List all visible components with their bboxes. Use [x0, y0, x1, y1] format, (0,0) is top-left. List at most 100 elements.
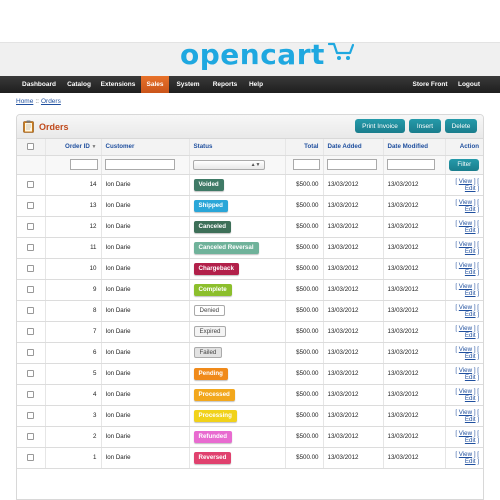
select-all-checkbox[interactable] — [27, 143, 35, 151]
table-header-row: Order ID ▼ Customer Status Total Date Ad… — [17, 139, 483, 156]
insert-button[interactable]: Insert — [409, 119, 441, 133]
opencart-logo[interactable]: opencart — [180, 38, 354, 71]
view-link[interactable]: View — [459, 388, 472, 395]
date-added-cell: 13/03/2012 — [323, 279, 384, 301]
customer-cell: Ion Darie — [101, 237, 190, 259]
breadcrumb-home-link[interactable]: Home — [16, 98, 33, 105]
date-added-cell: 13/03/2012 — [323, 321, 384, 343]
status-badge: Processing — [193, 409, 237, 422]
breadcrumb-orders-link[interactable]: Orders — [41, 98, 61, 105]
edit-link[interactable]: Edit — [465, 374, 476, 381]
edit-link[interactable]: Edit — [465, 290, 476, 297]
order-clipboard-icon — [23, 120, 34, 133]
filter-customer-input[interactable] — [104, 159, 175, 170]
filter-date-modified-input[interactable] — [386, 159, 435, 170]
total-cell: $500.00 — [285, 195, 324, 217]
row-checkbox[interactable] — [27, 370, 35, 377]
view-link[interactable]: View — [459, 304, 472, 311]
status-badge: Chargeback — [193, 262, 239, 275]
total-cell: $500.00 — [285, 279, 324, 301]
action-cell: [ View ] [ Edit ] — [445, 321, 483, 343]
action-cell: [ View ] [ Edit ] — [445, 174, 483, 196]
edit-link[interactable]: Edit — [465, 458, 476, 465]
view-link[interactable]: View — [459, 325, 472, 332]
edit-link[interactable]: Edit — [465, 185, 476, 192]
nav-item-sales[interactable]: Sales — [141, 76, 169, 93]
order-id-cell: 1 — [45, 447, 102, 469]
filter-order-id-input[interactable] — [69, 159, 98, 170]
edit-link[interactable]: Edit — [465, 437, 476, 444]
delete-button[interactable]: Delete — [445, 119, 477, 133]
customer-cell: Ion Darie — [101, 174, 190, 196]
nav-item-system[interactable]: System — [169, 76, 207, 93]
nav-item-help[interactable]: Help — [243, 76, 269, 93]
row-checkbox[interactable] — [27, 223, 35, 230]
view-link[interactable]: View — [459, 199, 472, 206]
row-checkbox[interactable] — [27, 349, 35, 356]
date-added-cell: 13/03/2012 — [323, 216, 384, 238]
panel-buttons: Print Invoice Insert Delete — [355, 119, 477, 133]
edit-link[interactable]: Edit — [465, 332, 476, 339]
total-cell: $500.00 — [285, 426, 324, 448]
view-link[interactable]: View — [459, 178, 472, 185]
date-added-cell: 13/03/2012 — [323, 300, 384, 322]
nav-item-catalog[interactable]: Catalog — [63, 76, 95, 93]
order-id-cell: 6 — [45, 342, 102, 364]
total-header[interactable]: Total — [285, 139, 324, 156]
row-checkbox[interactable] — [27, 391, 35, 398]
row-checkbox[interactable] — [27, 244, 35, 251]
status-badge: Pending — [193, 367, 228, 380]
edit-link[interactable]: Edit — [465, 416, 476, 423]
edit-link[interactable]: Edit — [465, 353, 476, 360]
filter-status-select[interactable]: ▲▼ — [192, 159, 265, 170]
nav-item-logout[interactable]: Logout — [452, 76, 486, 93]
table-row: 12 Ion Darie Canceled $500.00 13/03/2012 13/0… — [17, 216, 483, 238]
date-added-cell: 13/03/2012 — [323, 405, 384, 427]
row-checkbox[interactable] — [27, 328, 35, 335]
edit-link[interactable]: Edit — [465, 248, 476, 255]
row-checkbox[interactable] — [27, 286, 35, 293]
filter-date-added-input[interactable] — [326, 159, 377, 170]
nav-item-extensions[interactable]: Extensions — [95, 76, 141, 93]
table-row: 4 Ion Darie Processed $500.00 13/03/2012 13/0… — [17, 384, 483, 406]
view-link[interactable]: View — [459, 409, 472, 416]
nav-item-store-front[interactable]: Store Front — [408, 76, 452, 93]
edit-link[interactable]: Edit — [465, 227, 476, 234]
filter-total-input[interactable] — [292, 159, 320, 170]
nav-item-reports[interactable]: Reports — [207, 76, 243, 93]
date-modified-header[interactable]: Date Modified — [383, 139, 446, 156]
view-link[interactable]: View — [459, 283, 472, 290]
view-link[interactable]: View — [459, 430, 472, 437]
nav-item-dashboard[interactable]: Dashboard — [15, 76, 63, 93]
edit-link[interactable]: Edit — [465, 395, 476, 402]
row-checkbox[interactable] — [27, 307, 35, 314]
row-checkbox[interactable] — [27, 454, 35, 461]
status-header[interactable]: Status — [189, 139, 286, 156]
view-link[interactable]: View — [459, 451, 472, 458]
view-link[interactable]: View — [459, 220, 472, 227]
view-link[interactable]: View — [459, 367, 472, 374]
total-cell: $500.00 — [285, 321, 324, 343]
row-checkbox[interactable] — [27, 181, 35, 188]
customer-header[interactable]: Customer — [101, 139, 190, 156]
filter-button[interactable]: Filter — [449, 158, 480, 171]
status-cell: Expired — [189, 321, 286, 343]
view-link[interactable]: View — [459, 346, 472, 353]
customer-cell: Ion Darie — [101, 384, 190, 406]
date-added-cell: 13/03/2012 — [323, 237, 384, 259]
edit-link[interactable]: Edit — [465, 269, 476, 276]
table-row: 3 Ion Darie Processing $500.00 13/03/2012 13/… — [17, 405, 483, 427]
row-checkbox[interactable] — [27, 433, 35, 440]
row-checkbox[interactable] — [27, 412, 35, 419]
status-badge: Reversed — [193, 451, 232, 464]
view-link[interactable]: View — [459, 262, 472, 269]
date-added-header[interactable]: Date Added — [323, 139, 384, 156]
print-invoice-button[interactable]: Print Invoice — [355, 119, 405, 133]
date-modified-cell: 13/03/2012 — [383, 426, 446, 448]
edit-link[interactable]: Edit — [465, 206, 476, 213]
row-checkbox[interactable] — [27, 202, 35, 209]
row-checkbox[interactable] — [27, 265, 35, 272]
edit-link[interactable]: Edit — [465, 311, 476, 318]
order-id-header[interactable]: Order ID ▼ — [45, 139, 102, 156]
view-link[interactable]: View — [459, 241, 472, 248]
